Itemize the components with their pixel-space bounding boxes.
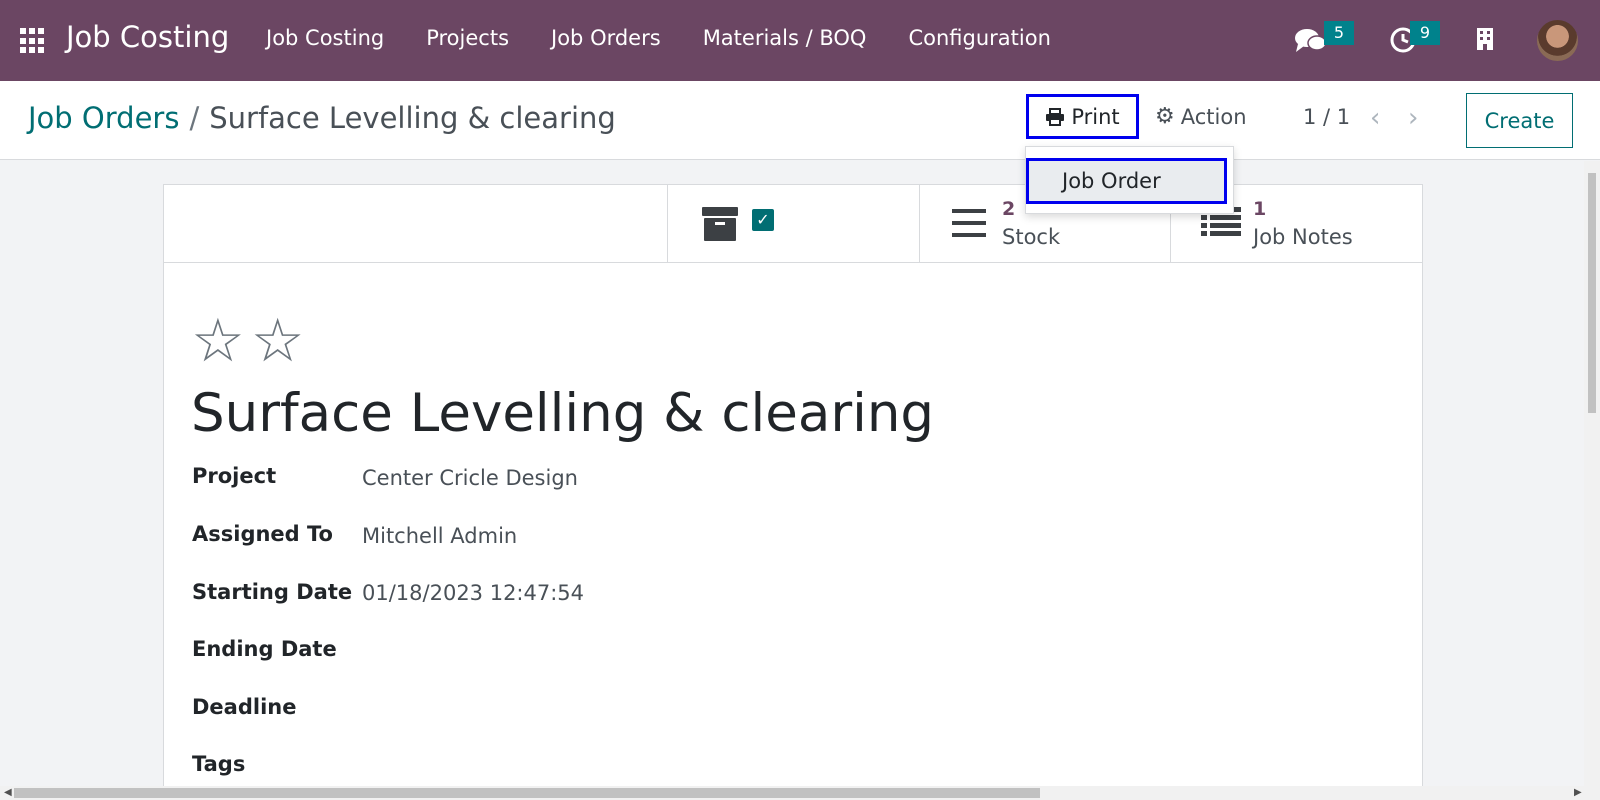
print-menu-item-job-order[interactable]: Job Order: [1026, 158, 1227, 204]
field-label-starting-date: Starting Date: [192, 580, 353, 604]
vertical-scrollbar-thumb[interactable]: [1588, 173, 1596, 413]
field-value-starting-date[interactable]: 01/18/2023 12:47:54: [362, 581, 584, 605]
list-icon: [952, 209, 986, 237]
record-title[interactable]: Surface Levelling & clearing: [191, 383, 934, 444]
app-brand[interactable]: Job Costing: [66, 20, 229, 54]
top-navbar: Job Costing Job Costing Projects Job Ord…: [0, 0, 1600, 81]
field-label-deadline: Deadline: [192, 695, 297, 719]
print-button-label: Print: [1071, 104, 1120, 129]
scroll-left-icon[interactable]: ◀: [4, 787, 12, 798]
menu-item-job-costing[interactable]: Job Costing: [266, 26, 384, 50]
pager-next-icon[interactable]: ›: [1408, 103, 1418, 133]
pager-previous-icon[interactable]: ‹: [1370, 103, 1380, 133]
printer-icon: [1046, 107, 1065, 126]
priority-stars: ☆ ☆: [191, 311, 305, 371]
archive-toggle-button[interactable]: ✓: [667, 185, 919, 263]
job-notes-label: Job Notes: [1253, 225, 1353, 249]
star-icon[interactable]: ☆: [191, 311, 245, 371]
active-checkbox[interactable]: ✓: [752, 209, 774, 231]
breadcrumb: Job Orders / Surface Levelling & clearing: [28, 101, 616, 135]
breadcrumb-separator: /: [189, 101, 200, 135]
breadcrumb-job-orders-link[interactable]: Job Orders: [28, 101, 179, 135]
menu-item-configuration[interactable]: Configuration: [908, 26, 1050, 50]
field-value-project[interactable]: Center Cricle Design: [362, 466, 578, 490]
gear-icon: ⚙: [1155, 104, 1175, 129]
user-avatar[interactable]: [1537, 20, 1578, 61]
menu-item-materials-boq[interactable]: Materials / BOQ: [703, 26, 867, 50]
action-button-label: Action: [1180, 104, 1247, 129]
breadcrumb-current: Surface Levelling & clearing: [209, 101, 616, 135]
messages-count-badge: 5: [1324, 21, 1354, 45]
vertical-scrollbar[interactable]: [1584, 161, 1600, 786]
star-icon[interactable]: ☆: [251, 311, 305, 371]
print-button[interactable]: Print: [1026, 94, 1139, 139]
archive-icon: [702, 207, 738, 241]
field-label-tags: Tags: [192, 752, 246, 776]
stock-count: 2: [1002, 198, 1016, 220]
menu-item-projects[interactable]: Projects: [426, 26, 509, 50]
action-button[interactable]: ⚙ Action: [1155, 94, 1247, 139]
chat-icon[interactable]: [1294, 28, 1328, 54]
activities-count-badge: 9: [1410, 21, 1440, 45]
job-notes-count: 1: [1253, 198, 1267, 220]
stock-label: Stock: [1002, 225, 1061, 249]
scroll-right-icon[interactable]: ▶: [1574, 787, 1582, 798]
form-sheet: ✓ 2 Stock 1 Job Notes ☆ ☆ Surface Levell…: [163, 184, 1423, 800]
control-panel: Job Orders / Surface Levelling & clearing …: [0, 81, 1600, 160]
field-label-ending-date: Ending Date: [192, 637, 337, 661]
field-label-project: Project: [192, 464, 277, 488]
menu-item-job-orders[interactable]: Job Orders: [551, 26, 661, 50]
pager-value[interactable]: 1 / 1: [1303, 105, 1350, 129]
create-button[interactable]: Create: [1466, 93, 1573, 148]
main-menu: Job Costing Projects Job Orders Material…: [266, 26, 1093, 50]
apps-grid-icon[interactable]: [20, 28, 46, 54]
field-value-assigned-to[interactable]: Mitchell Admin: [362, 524, 517, 548]
field-label-assigned-to: Assigned To: [192, 522, 333, 546]
horizontal-scrollbar-thumb[interactable]: [14, 788, 1040, 798]
horizontal-scrollbar[interactable]: ◀ ▶: [0, 786, 1600, 800]
print-dropdown-menu: Job Order: [1025, 146, 1234, 214]
building-icon[interactable]: [1476, 27, 1494, 51]
